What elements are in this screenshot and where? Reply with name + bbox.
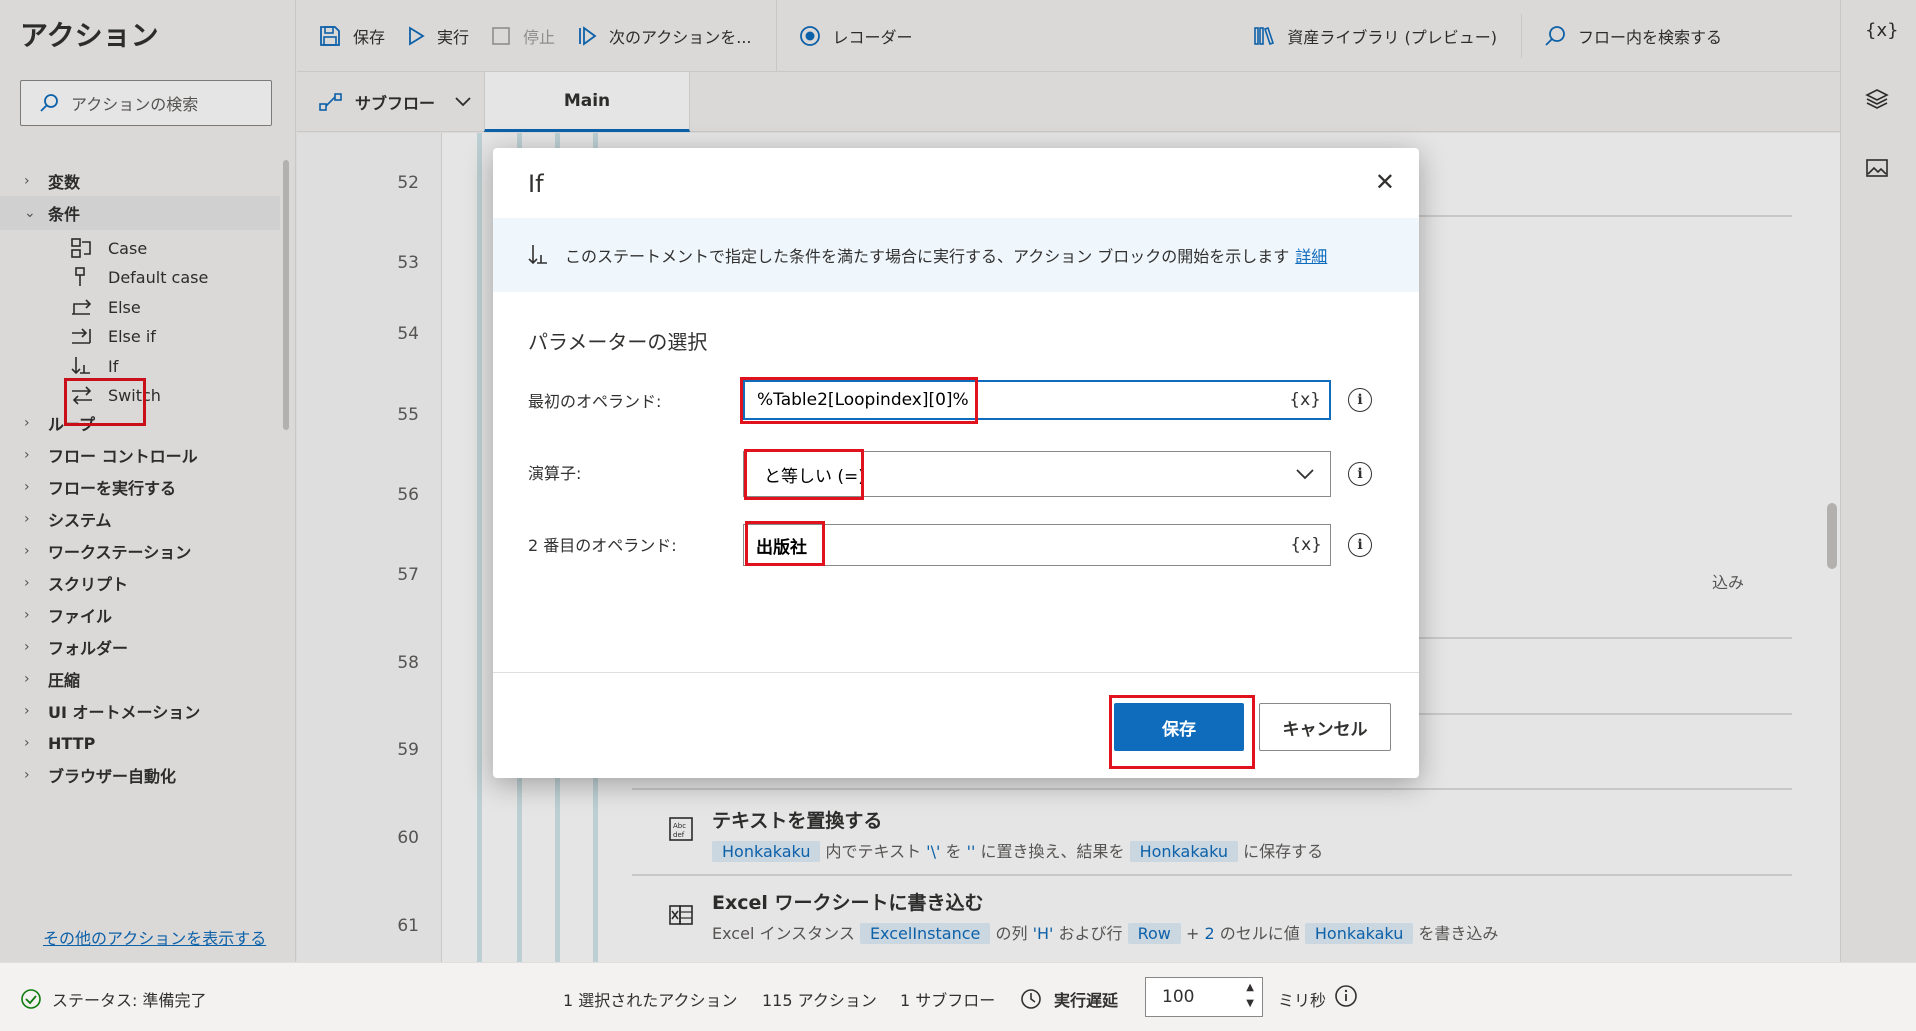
operator-label: 演算子: <box>528 464 582 483</box>
chevron-down-icon <box>1296 469 1314 480</box>
first-operand-input[interactable]: %Table2[Loopindex][0]% {x} <box>743 380 1331 420</box>
run-delay-label: 実行遅延 <box>1020 987 1118 1011</box>
check-circle-icon <box>21 989 41 1009</box>
spin-buttons[interactable]: ▲ ▼ <box>1246 980 1254 1012</box>
clock-icon <box>1021 989 1041 1009</box>
info-icon[interactable]: i <box>1348 388 1372 412</box>
cancel-button[interactable]: キャンセル <box>1259 703 1391 751</box>
chevron-up-icon[interactable]: ▲ <box>1246 980 1254 996</box>
subflow-count: 1 サブフロー <box>900 991 996 1010</box>
status-bar: ステータス: 準備完了 1 選択されたアクション 115 アクション 1 サブフ… <box>0 962 1916 1031</box>
parameters-heading: パラメーターの選択 <box>528 330 708 354</box>
run-delay-unit: ミリ秒 <box>1278 991 1327 1010</box>
close-icon[interactable]: ✕ <box>1375 168 1395 196</box>
selected-count: 1 選択されたアクション <box>563 991 738 1010</box>
save-button[interactable]: 保存 <box>1114 703 1244 751</box>
first-operand-label: 最初のオペランド: <box>528 392 662 411</box>
second-operand-input[interactable]: 出版社 {x} <box>743 524 1331 566</box>
second-operand-label: 2 番目のオペランド: <box>528 536 677 555</box>
info-icon[interactable] <box>1334 984 1358 1008</box>
if-dialog: If ✕ このステートメントで指定した条件を満たす場合に実行する、アクション ブ… <box>493 148 1419 778</box>
operator-select[interactable]: と等しい (=) <box>743 451 1331 497</box>
run-delay-input[interactable]: 100 ▲ ▼ <box>1145 977 1263 1017</box>
dialog-footer-divider <box>493 672 1419 673</box>
chevron-down-icon[interactable]: ▼ <box>1246 996 1254 1012</box>
more-info-link[interactable]: 詳細 <box>1295 243 1327 267</box>
variable-picker-button[interactable]: {x} <box>1289 390 1321 410</box>
status-indicator: ステータス: 準備完了 <box>20 987 206 1011</box>
dialog-title: If <box>528 170 544 198</box>
action-count: 115 アクション <box>762 991 877 1010</box>
if-icon <box>528 245 547 265</box>
dialog-description: このステートメントで指定した条件を満たす場合に実行する、アクション ブロックの開… <box>493 218 1419 292</box>
info-icon[interactable]: i <box>1348 533 1372 557</box>
info-icon[interactable]: i <box>1348 462 1372 486</box>
variable-picker-button[interactable]: {x} <box>1290 535 1322 555</box>
